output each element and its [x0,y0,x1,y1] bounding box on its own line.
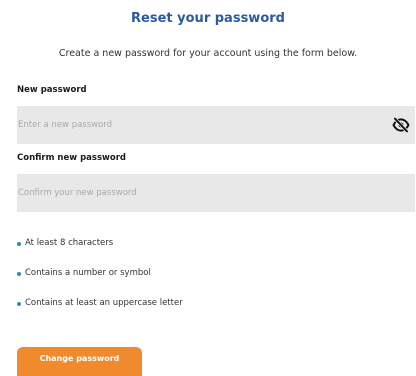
change-password-button[interactable]: Change password [17,347,142,376]
new-password-input[interactable] [17,106,415,144]
new-password-field-container [17,106,415,144]
requirement-text: At least 8 characters [25,238,114,248]
requirement-item: Contains at least an uppercase letter [17,298,183,311]
confirm-password-input[interactable] [17,174,415,212]
bullet-icon [17,272,21,276]
new-password-label: New password [17,85,87,95]
bullet-icon [17,242,21,246]
reset-password-page: Reset your password Create a new passwor… [0,0,416,376]
requirement-text: Contains at least an uppercase letter [25,298,183,308]
confirm-password-field-container [17,174,415,212]
bullet-icon [17,302,21,306]
confirm-password-label: Confirm new password [17,153,126,163]
password-requirements-list: At least 8 characters Contains a number … [17,238,183,328]
page-subtitle: Create a new password for your account u… [58,48,358,59]
eye-slash-icon[interactable] [392,117,410,133]
requirement-item: At least 8 characters [17,238,183,251]
requirement-text: Contains a number or symbol [25,268,151,278]
requirement-item: Contains a number or symbol [17,268,183,281]
page-title: Reset your password [131,11,285,26]
